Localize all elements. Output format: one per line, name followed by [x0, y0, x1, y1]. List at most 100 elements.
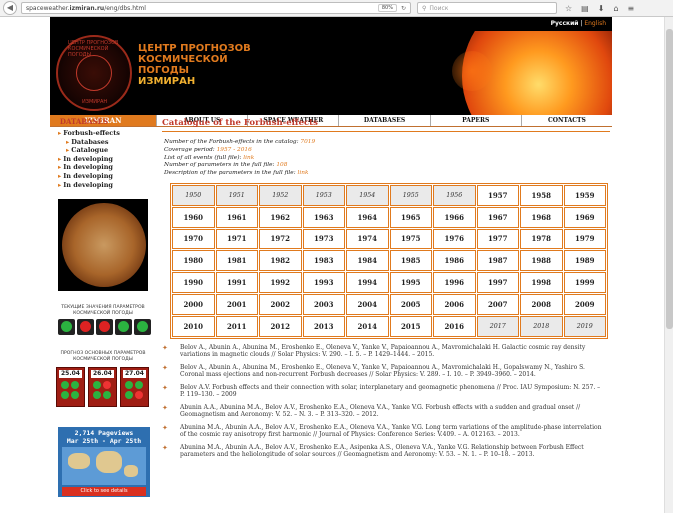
clipboard-icon[interactable]: ▤ — [581, 4, 589, 13]
info-value-link[interactable]: link — [243, 155, 254, 161]
year-cell[interactable]: 1962 — [259, 206, 302, 228]
year-cell[interactable]: 1993 — [302, 272, 345, 293]
reference-item[interactable]: ✦ Abunina M.A., Abunin A.A., Belov A.V., … — [162, 424, 610, 439]
reference-item[interactable]: ✦ Belov A.V. Forbush effects and their co… — [162, 384, 610, 399]
sidebar-databases[interactable]: ✱ DATABASES — [52, 117, 156, 126]
year-cell[interactable]: 2010 — [172, 315, 215, 337]
year-cell[interactable]: 1974 — [346, 228, 389, 250]
year-cell[interactable]: 2014 — [346, 315, 389, 337]
year-cell[interactable]: 1971 — [215, 228, 258, 250]
reference-item[interactable]: ✦ Belov A., Abunin A., Abunina M., Eroshe… — [162, 364, 610, 379]
year-cell[interactable]: 2008 — [520, 293, 563, 315]
reload-icon[interactable]: ↻ — [401, 5, 406, 12]
sidebar-item-databases[interactable]: ▸ Databases — [66, 138, 156, 147]
home-icon[interactable]: ⌂ — [613, 4, 618, 13]
year-cell[interactable]: 1957 — [476, 184, 519, 206]
param-indicator-2[interactable] — [77, 319, 94, 335]
pageviews-details-button[interactable]: Click to see details — [62, 487, 146, 496]
year-cell[interactable]: 1997 — [476, 272, 519, 293]
sidebar-item-forbush[interactable]: ▸ Forbush-effects — [58, 129, 156, 138]
forecast-day-1[interactable]: 25.04 — [56, 367, 85, 407]
year-cell[interactable]: 2009 — [563, 293, 606, 315]
scrollbar-thumb[interactable] — [666, 29, 673, 329]
year-cell[interactable]: 1989 — [563, 250, 606, 272]
year-cell[interactable]: 1969 — [563, 206, 606, 228]
sidebar-item-catalogue[interactable]: ▸ Catalogue — [66, 146, 156, 155]
reference-item[interactable]: ✦ Abunina M.A., Abunin A.A., Belov A.V., … — [162, 444, 610, 459]
info-value-link[interactable]: 1957 - 2016 — [217, 147, 252, 153]
address-bar[interactable]: spaceweather. izmiran.ru/eng/dbs.html 80%… — [21, 2, 411, 14]
year-cell[interactable]: 1998 — [520, 272, 563, 293]
lang-english[interactable]: English — [584, 20, 606, 27]
sidebar-item-developing[interactable]: ▸ In developing — [58, 163, 156, 172]
year-cell[interactable]: 2015 — [389, 315, 432, 337]
year-cell[interactable]: 1985 — [389, 250, 432, 272]
info-value-link[interactable]: 108 — [276, 162, 287, 168]
solar-disk-image[interactable] — [58, 199, 148, 291]
year-cell[interactable]: 1978 — [520, 228, 563, 250]
star-icon[interactable]: ☆ — [565, 4, 572, 13]
year-cell[interactable]: 1996 — [433, 272, 476, 293]
year-cell[interactable]: 1968 — [520, 206, 563, 228]
year-cell[interactable]: 2012 — [259, 315, 302, 337]
year-cell[interactable]: 2004 — [346, 293, 389, 315]
sidebar-item-developing[interactable]: ▸ In developing — [58, 155, 156, 164]
year-cell[interactable]: 2006 — [433, 293, 476, 315]
year-cell[interactable]: 1987 — [476, 250, 519, 272]
year-cell[interactable]: 1970 — [172, 228, 215, 250]
year-cell[interactable]: 2000 — [172, 293, 215, 315]
year-cell[interactable]: 2013 — [302, 315, 345, 337]
download-icon[interactable]: ⬇ — [598, 4, 605, 13]
year-cell[interactable]: 1983 — [302, 250, 345, 272]
reference-item[interactable]: ✦ Abunin A.A., Abunina M.A., Belov A.V., … — [162, 404, 610, 419]
year-cell[interactable]: 1958 — [520, 184, 563, 206]
year-cell[interactable]: 2016 — [433, 315, 476, 337]
year-cell[interactable]: 1994 — [346, 272, 389, 293]
back-icon[interactable]: ◀ — [3, 1, 17, 15]
forecast-day-3[interactable]: 27.04 — [120, 367, 149, 407]
year-cell[interactable]: 1976 — [433, 228, 476, 250]
reference-item[interactable]: ✦ Belov A., Abunin A., Abunina M., Eroshe… — [162, 344, 610, 359]
year-cell[interactable]: 1972 — [259, 228, 302, 250]
menu-icon[interactable]: ≡ — [628, 4, 635, 13]
year-cell[interactable]: 1959 — [563, 184, 606, 206]
param-indicator-3[interactable] — [96, 319, 113, 335]
sidebar-item-developing[interactable]: ▸ In developing — [58, 172, 156, 181]
year-cell[interactable]: 1961 — [215, 206, 258, 228]
izmiran-logo[interactable]: ЦЕНТР ПРОГНОЗОВ КОСМИЧЕСКОЙ ПОГОДЫ ИЗМИР… — [56, 35, 132, 111]
year-cell[interactable]: 1965 — [389, 206, 432, 228]
year-cell[interactable]: 1966 — [433, 206, 476, 228]
year-cell[interactable]: 1995 — [389, 272, 432, 293]
year-cell[interactable]: 1975 — [389, 228, 432, 250]
year-cell[interactable]: 2001 — [215, 293, 258, 315]
year-cell[interactable]: 2011 — [215, 315, 258, 337]
param-indicator-4[interactable] — [115, 319, 132, 335]
year-cell[interactable]: 1986 — [433, 250, 476, 272]
param-indicator-5[interactable] — [134, 319, 151, 335]
year-cell[interactable]: 2007 — [476, 293, 519, 315]
year-cell[interactable]: 1977 — [476, 228, 519, 250]
vertical-scrollbar[interactable] — [664, 17, 673, 513]
year-cell[interactable]: 1984 — [346, 250, 389, 272]
info-value-link[interactable]: 7019 — [300, 139, 315, 145]
year-cell[interactable]: 2002 — [259, 293, 302, 315]
year-cell[interactable]: 1964 — [346, 206, 389, 228]
zoom-indicator[interactable]: 80% — [377, 4, 397, 12]
year-cell[interactable]: 2003 — [302, 293, 345, 315]
year-cell[interactable]: 1992 — [259, 272, 302, 293]
year-cell[interactable]: 1990 — [172, 272, 215, 293]
year-cell[interactable]: 1981 — [215, 250, 258, 272]
browser-search-input[interactable]: ⚲ Поиск — [417, 2, 557, 14]
year-cell[interactable]: 1999 — [563, 272, 606, 293]
year-cell[interactable]: 1973 — [302, 228, 345, 250]
year-cell[interactable]: 1963 — [302, 206, 345, 228]
info-value-link[interactable]: link — [298, 170, 309, 176]
year-cell[interactable]: 1991 — [215, 272, 258, 293]
year-cell[interactable]: 1980 — [172, 250, 215, 272]
year-cell[interactable]: 1979 — [563, 228, 606, 250]
sidebar-item-developing[interactable]: ▸ In developing — [58, 181, 156, 190]
year-cell[interactable]: 1967 — [476, 206, 519, 228]
year-cell[interactable]: 2005 — [389, 293, 432, 315]
year-cell[interactable]: 1988 — [520, 250, 563, 272]
param-indicator-1[interactable] — [58, 319, 75, 335]
